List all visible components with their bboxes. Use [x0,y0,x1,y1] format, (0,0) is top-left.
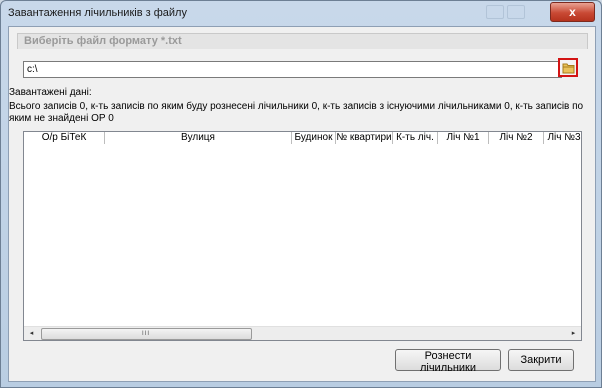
scroll-thumb[interactable]: III [41,328,252,340]
close-window-button[interactable]: x [550,2,595,22]
window-title: Завантаження лічильників з файлу [8,7,187,19]
title-bar[interactable]: Завантаження лічильників з файлу x [1,1,601,25]
table-header: О/р БіТеК Вулиця Будинок № квартири К-ть… [24,132,581,145]
dialog-body: Виберіть файл формату *.txt Завантажені … [8,26,596,382]
browse-folder-button[interactable] [558,58,578,77]
file-select-group: Виберіть файл формату *.txt [17,33,588,49]
column-header-building[interactable]: Будинок [292,132,336,144]
column-header-meter-2[interactable]: Ліч №2 [489,132,544,144]
loaded-data-label: Завантажені дані: [9,87,92,98]
column-header-account[interactable]: О/р БіТеК [24,132,105,144]
column-header-street[interactable]: Вулиця [105,132,292,144]
column-header-apartment[interactable]: № квартири [336,132,393,144]
records-summary: Всього записів 0, к-ть записів по яким б… [9,101,584,124]
folder-icon [562,63,575,74]
inactive-window-controls [486,5,546,19]
scroll-right-arrow-icon[interactable]: ▸ [569,329,578,338]
distribute-meters-button[interactable]: Рознести лічильники [395,349,501,374]
records-table[interactable]: О/р БіТеК Вулиця Будинок № квартири К-ть… [23,131,582,341]
close-icon: x [569,5,576,19]
column-header-meter-3[interactable]: Ліч №3 [544,132,581,144]
group-label: Виберіть файл формату *.txt [24,35,182,47]
column-header-meter-1[interactable]: Ліч №1 [438,132,489,144]
horizontal-scrollbar[interactable]: ◂ III ▸ [24,326,581,340]
column-header-meter-count[interactable]: К-ть ліч. [393,132,438,144]
dialog-window: Завантаження лічильників з файлу x Вибер… [0,0,602,388]
close-button[interactable]: Закрити [508,349,574,371]
scroll-left-arrow-icon[interactable]: ◂ [27,329,36,338]
file-path-input[interactable] [23,61,562,78]
scroll-grip-icon: III [142,331,151,337]
